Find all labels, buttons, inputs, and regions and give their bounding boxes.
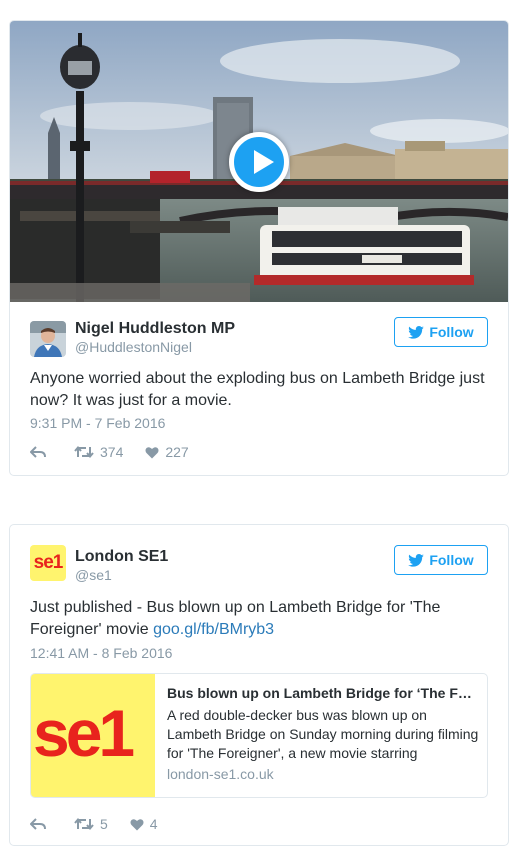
tweet-card: Nigel Huddleston MP @HuddlestonNigel Fol… xyxy=(9,20,509,476)
reply-icon xyxy=(30,818,46,830)
twitter-bird-icon xyxy=(408,325,425,339)
tweet-link[interactable]: goo.gl/fb/BMryb3 xyxy=(153,621,274,638)
link-preview-domain: london-se1.co.uk xyxy=(167,766,274,782)
avatar-logo-text: se1 xyxy=(33,552,64,573)
link-preview-body: Bus blown up on Lambeth Bridge for ‘The … xyxy=(167,684,479,783)
twitter-bird-icon xyxy=(408,553,425,567)
follow-label: Follow xyxy=(429,552,474,568)
reply-icon xyxy=(30,446,46,458)
avatar[interactable] xyxy=(30,321,66,357)
like-button[interactable]: 4 xyxy=(130,816,158,832)
tweet-text: Anyone worried about the exploding bus o… xyxy=(30,370,485,409)
retweet-count: 374 xyxy=(100,444,124,460)
follow-label: Follow xyxy=(429,324,474,340)
link-preview-title: Bus blown up on Lambeth Bridge for ‘The … xyxy=(167,685,479,701)
heart-icon xyxy=(130,818,144,830)
like-count: 227 xyxy=(165,444,189,460)
follow-button[interactable]: Follow xyxy=(394,317,488,347)
author-handle[interactable]: @HuddlestonNigel xyxy=(75,339,192,355)
heart-icon xyxy=(145,446,159,458)
tweet-actions: 5 4 xyxy=(30,815,158,833)
retweet-button[interactable]: 5 xyxy=(74,816,108,832)
reply-button[interactable] xyxy=(30,446,46,458)
reply-button[interactable] xyxy=(30,818,46,830)
se1-logo: se1 xyxy=(33,696,135,770)
link-preview-card[interactable]: se1 Bus blown up on Lambeth Bridge for ‘… xyxy=(30,673,488,798)
retweet-icon xyxy=(74,445,94,459)
link-preview-description: A red double-decker bus was blown up on … xyxy=(167,707,479,761)
follow-button[interactable]: Follow xyxy=(394,545,488,575)
like-button[interactable]: 227 xyxy=(145,444,189,460)
user-photo-icon xyxy=(30,321,66,357)
like-count: 4 xyxy=(149,816,158,832)
retweet-icon xyxy=(74,817,94,831)
author-name[interactable]: Nigel Huddleston MP xyxy=(75,320,235,338)
retweet-button[interactable]: 374 xyxy=(74,444,123,460)
tweet-video-thumbnail[interactable] xyxy=(10,21,508,302)
author-name[interactable]: London SE1 xyxy=(75,548,168,566)
tweet-timestamp[interactable]: 9:31 PM - 7 Feb 2016 xyxy=(30,415,165,431)
tweet-card: se1 London SE1 @se1 Follow Just publishe… xyxy=(9,524,509,846)
avatar[interactable]: se1 xyxy=(30,545,66,581)
tweet-actions: 374 227 xyxy=(30,443,189,461)
link-preview-image: se1 xyxy=(31,674,155,797)
author-handle[interactable]: @se1 xyxy=(75,567,112,583)
retweet-count: 5 xyxy=(100,816,108,832)
tweet-timestamp[interactable]: 12:41 AM - 8 Feb 2016 xyxy=(30,645,172,661)
tweet-text: Just published - Bus blown up on Lambeth… xyxy=(30,597,496,641)
play-video-button[interactable] xyxy=(229,132,289,192)
